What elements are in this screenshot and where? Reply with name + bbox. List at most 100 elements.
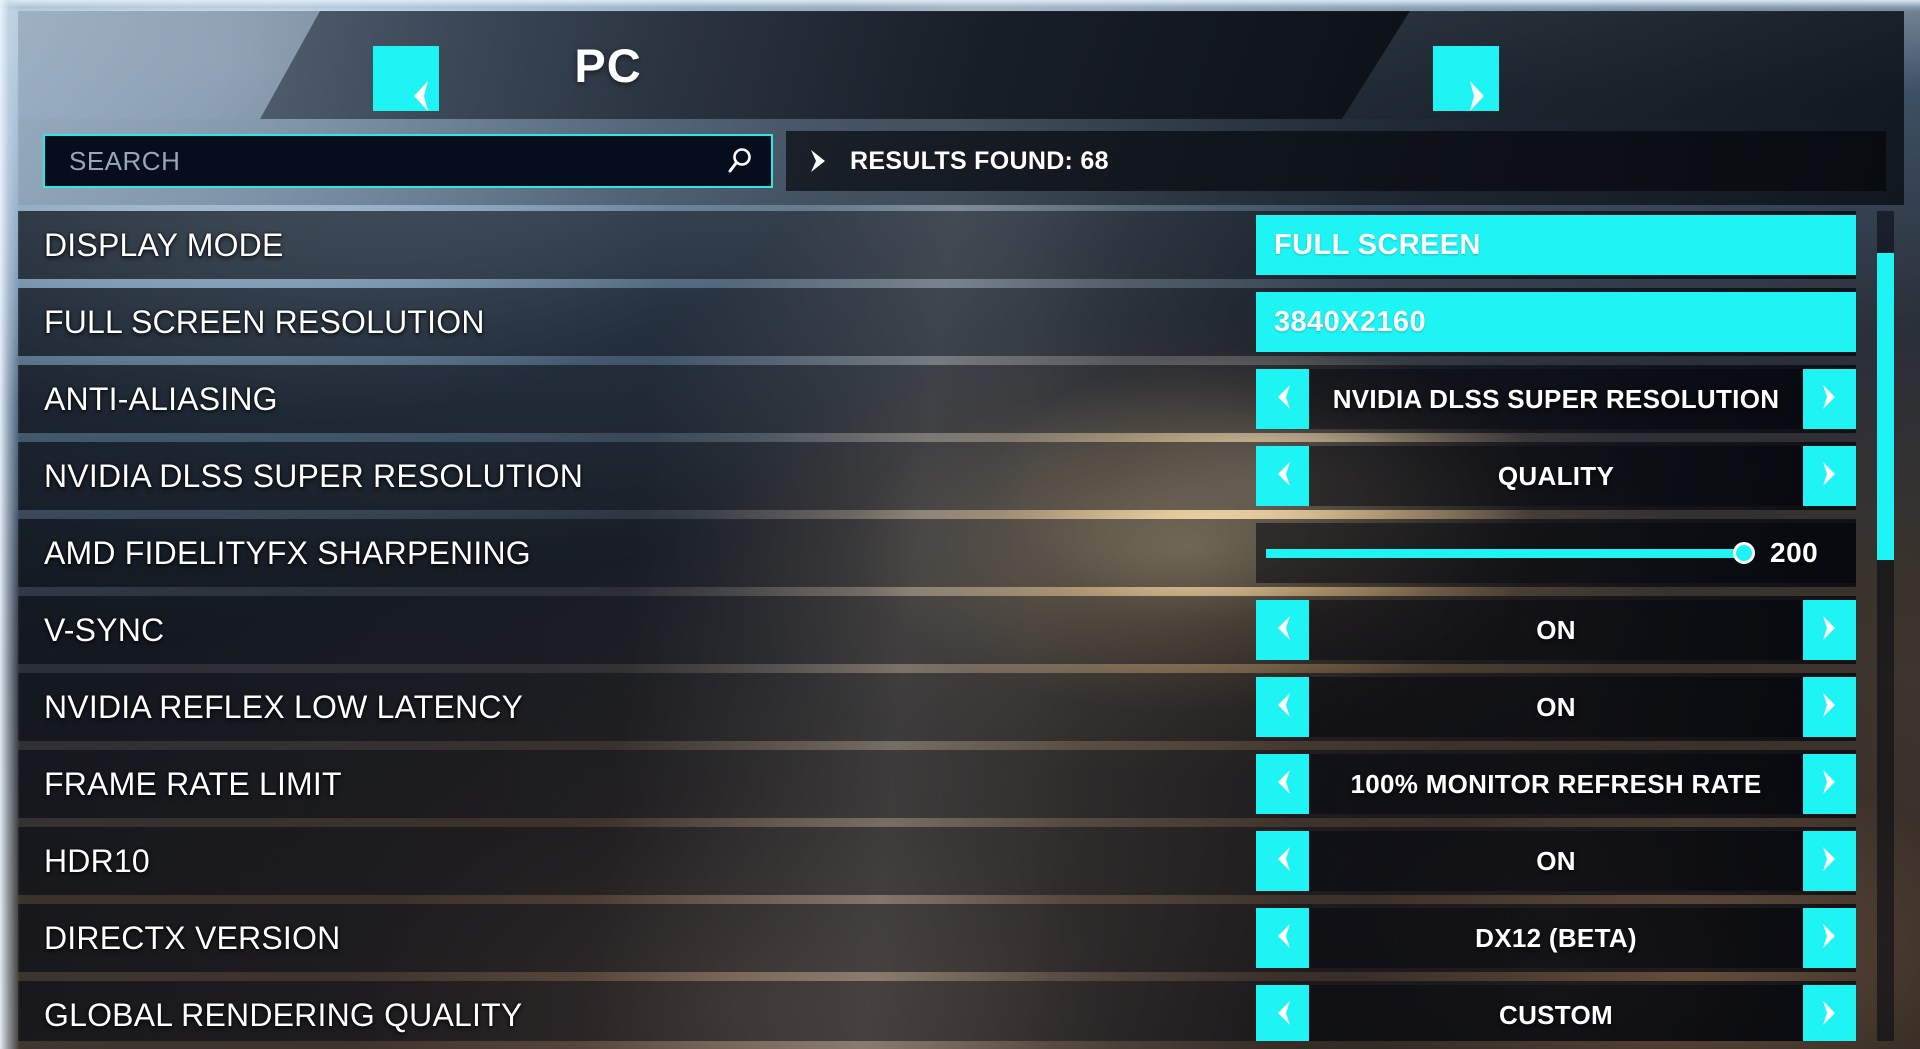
page-title: PC xyxy=(574,38,642,92)
setting-label: FULL SCREEN RESOLUTION xyxy=(44,303,485,340)
setting-value-text: ON xyxy=(1536,691,1576,722)
setting-value-text: ON xyxy=(1536,614,1576,645)
scrollbar-thumb[interactable] xyxy=(1877,252,1894,560)
setting-prev-button[interactable] xyxy=(1256,600,1309,660)
setting-prev-button[interactable] xyxy=(1256,908,1309,968)
setting-prev-button[interactable] xyxy=(1256,446,1309,506)
setting-label: HDR10 xyxy=(44,842,150,879)
setting-label: DISPLAY MODE xyxy=(44,226,284,263)
chevron-right-icon xyxy=(1819,999,1841,1032)
setting-label: GLOBAL RENDERING QUALITY xyxy=(44,996,523,1033)
setting-row[interactable]: NVIDIA REFLEX LOW LATENCY ON xyxy=(18,673,1856,741)
setting-control: DX12 (BETA) xyxy=(1256,904,1856,972)
setting-row[interactable]: AMD FIDELITYFX SHARPENING 200 xyxy=(18,519,1856,587)
setting-value-text: QUALITY xyxy=(1497,460,1615,491)
setting-row[interactable]: FRAME RATE LIMIT 100% MONITOR REFRESH RAT… xyxy=(18,750,1856,818)
setting-control: ON xyxy=(1256,827,1856,895)
setting-row[interactable]: NVIDIA DLSS SUPER RESOLUTION QUALITY xyxy=(18,442,1856,510)
search-placeholder: SEARCH xyxy=(69,145,181,176)
chevron-right-icon xyxy=(1819,922,1841,955)
magnifier-icon[interactable] xyxy=(723,145,755,177)
chevron-left-icon xyxy=(1272,691,1294,724)
setting-stepper: NVIDIA DLSS SUPER RESOLUTION xyxy=(1256,369,1856,429)
setting-next-button[interactable] xyxy=(1803,677,1856,737)
setting-next-button[interactable] xyxy=(1803,446,1856,506)
chevron-left-icon xyxy=(1272,845,1294,878)
setting-slider[interactable]: 200 xyxy=(1256,523,1856,583)
setting-control: CUSTOM xyxy=(1256,981,1856,1041)
prev-category-button[interactable] xyxy=(373,46,439,111)
setting-next-button[interactable] xyxy=(1803,985,1856,1041)
search-input[interactable]: SEARCH xyxy=(43,134,773,188)
setting-prev-button[interactable] xyxy=(1256,831,1309,891)
setting-control: ON xyxy=(1256,596,1856,664)
setting-control: 100% MONITOR REFRESH RATE xyxy=(1256,750,1856,818)
settings-screen: PC SEARCH RESULTS FOUND: 68 DISPLAY MODE… xyxy=(0,0,1920,1049)
setting-value-text: FULL SCREEN xyxy=(1274,228,1481,261)
setting-value-text: DX12 (BETA) xyxy=(1475,922,1637,953)
slider-handle[interactable] xyxy=(1733,542,1755,564)
chevron-right-icon xyxy=(1819,614,1841,647)
slider-track[interactable] xyxy=(1266,542,1755,564)
setting-next-button[interactable] xyxy=(1803,908,1856,968)
setting-next-button[interactable] xyxy=(1803,831,1856,891)
chevron-left-icon xyxy=(1272,614,1294,647)
setting-control: FULL SCREEN xyxy=(1256,211,1856,279)
setting-value-text: NVIDIA DLSS SUPER RESOLUTION xyxy=(1332,383,1780,414)
setting-row[interactable]: DISPLAY MODE FULL SCREEN xyxy=(18,211,1856,279)
setting-stepper: ON xyxy=(1256,677,1856,737)
setting-value-text: ON xyxy=(1536,845,1576,876)
setting-value-text: CUSTOM xyxy=(1499,999,1613,1030)
settings-panel: PC SEARCH RESULTS FOUND: 68 DISPLAY MODE… xyxy=(18,11,1904,1041)
setting-value-button[interactable]: 3840X2160 xyxy=(1256,292,1856,352)
setting-control: NVIDIA DLSS SUPER RESOLUTION xyxy=(1256,365,1856,433)
setting-stepper: DX12 (BETA) xyxy=(1256,908,1856,968)
setting-row[interactable]: DIRECTX VERSION DX12 (BETA) xyxy=(18,904,1856,972)
chevron-right-icon xyxy=(1819,383,1841,416)
chevron-left-icon xyxy=(1272,768,1294,801)
setting-label: AMD FIDELITYFX SHARPENING xyxy=(44,534,531,571)
setting-value-button[interactable]: FULL SCREEN xyxy=(1256,215,1856,275)
slider-value-text: 200 xyxy=(1770,537,1819,568)
setting-row[interactable]: ANTI-ALIASING NVIDIA DLSS SUPER RESOLUTIO… xyxy=(18,365,1856,433)
chevron-right-icon xyxy=(1819,768,1841,801)
setting-stepper: 100% MONITOR REFRESH RATE xyxy=(1256,754,1856,814)
chevron-right-icon xyxy=(1819,845,1841,878)
chevron-right-icon xyxy=(1819,691,1841,724)
setting-stepper: CUSTOM xyxy=(1256,985,1856,1041)
chevron-right-icon xyxy=(1819,460,1841,493)
search-row: SEARCH RESULTS FOUND: 68 xyxy=(18,119,1904,205)
setting-value-text: 3840X2160 xyxy=(1274,305,1426,338)
setting-label: NVIDIA REFLEX LOW LATENCY xyxy=(44,688,524,725)
setting-value-text: 100% MONITOR REFRESH RATE xyxy=(1350,768,1762,799)
next-category-button[interactable] xyxy=(1433,46,1499,111)
chevron-left-icon xyxy=(1272,999,1294,1032)
setting-prev-button[interactable] xyxy=(1256,754,1309,814)
settings-list: DISPLAY MODE FULL SCREEN FULL SCREEN RESOL… xyxy=(18,211,1904,1041)
chevron-left-icon xyxy=(1272,383,1294,416)
setting-prev-button[interactable] xyxy=(1256,677,1309,737)
setting-row[interactable]: GLOBAL RENDERING QUALITY CUSTOM xyxy=(18,981,1856,1041)
chevron-left-icon xyxy=(1272,460,1294,493)
setting-label: V-SYNC xyxy=(44,611,165,648)
chevron-right-icon xyxy=(808,148,830,174)
results-found-label: RESULTS FOUND: 68 xyxy=(850,146,1109,175)
setting-row[interactable]: V-SYNC ON xyxy=(18,596,1856,664)
setting-row[interactable]: FULL SCREEN RESOLUTION 3840X2160 xyxy=(18,288,1856,356)
results-found-banner: RESULTS FOUND: 68 xyxy=(786,131,1886,191)
setting-label: DIRECTX VERSION xyxy=(44,919,341,956)
scrollbar-track[interactable] xyxy=(1877,211,1894,1041)
setting-control: QUALITY xyxy=(1256,442,1856,510)
setting-next-button[interactable] xyxy=(1803,600,1856,660)
setting-stepper: ON xyxy=(1256,831,1856,891)
setting-prev-button[interactable] xyxy=(1256,369,1309,429)
setting-next-button[interactable] xyxy=(1803,754,1856,814)
setting-stepper: ON xyxy=(1256,600,1856,660)
setting-row[interactable]: HDR10 ON xyxy=(18,827,1856,895)
setting-control: ON xyxy=(1256,673,1856,741)
setting-control: 3840X2160 xyxy=(1256,288,1856,356)
setting-next-button[interactable] xyxy=(1803,369,1856,429)
header-bar: PC xyxy=(18,11,1904,119)
setting-label: NVIDIA DLSS SUPER RESOLUTION xyxy=(44,457,584,494)
setting-prev-button[interactable] xyxy=(1256,985,1309,1041)
